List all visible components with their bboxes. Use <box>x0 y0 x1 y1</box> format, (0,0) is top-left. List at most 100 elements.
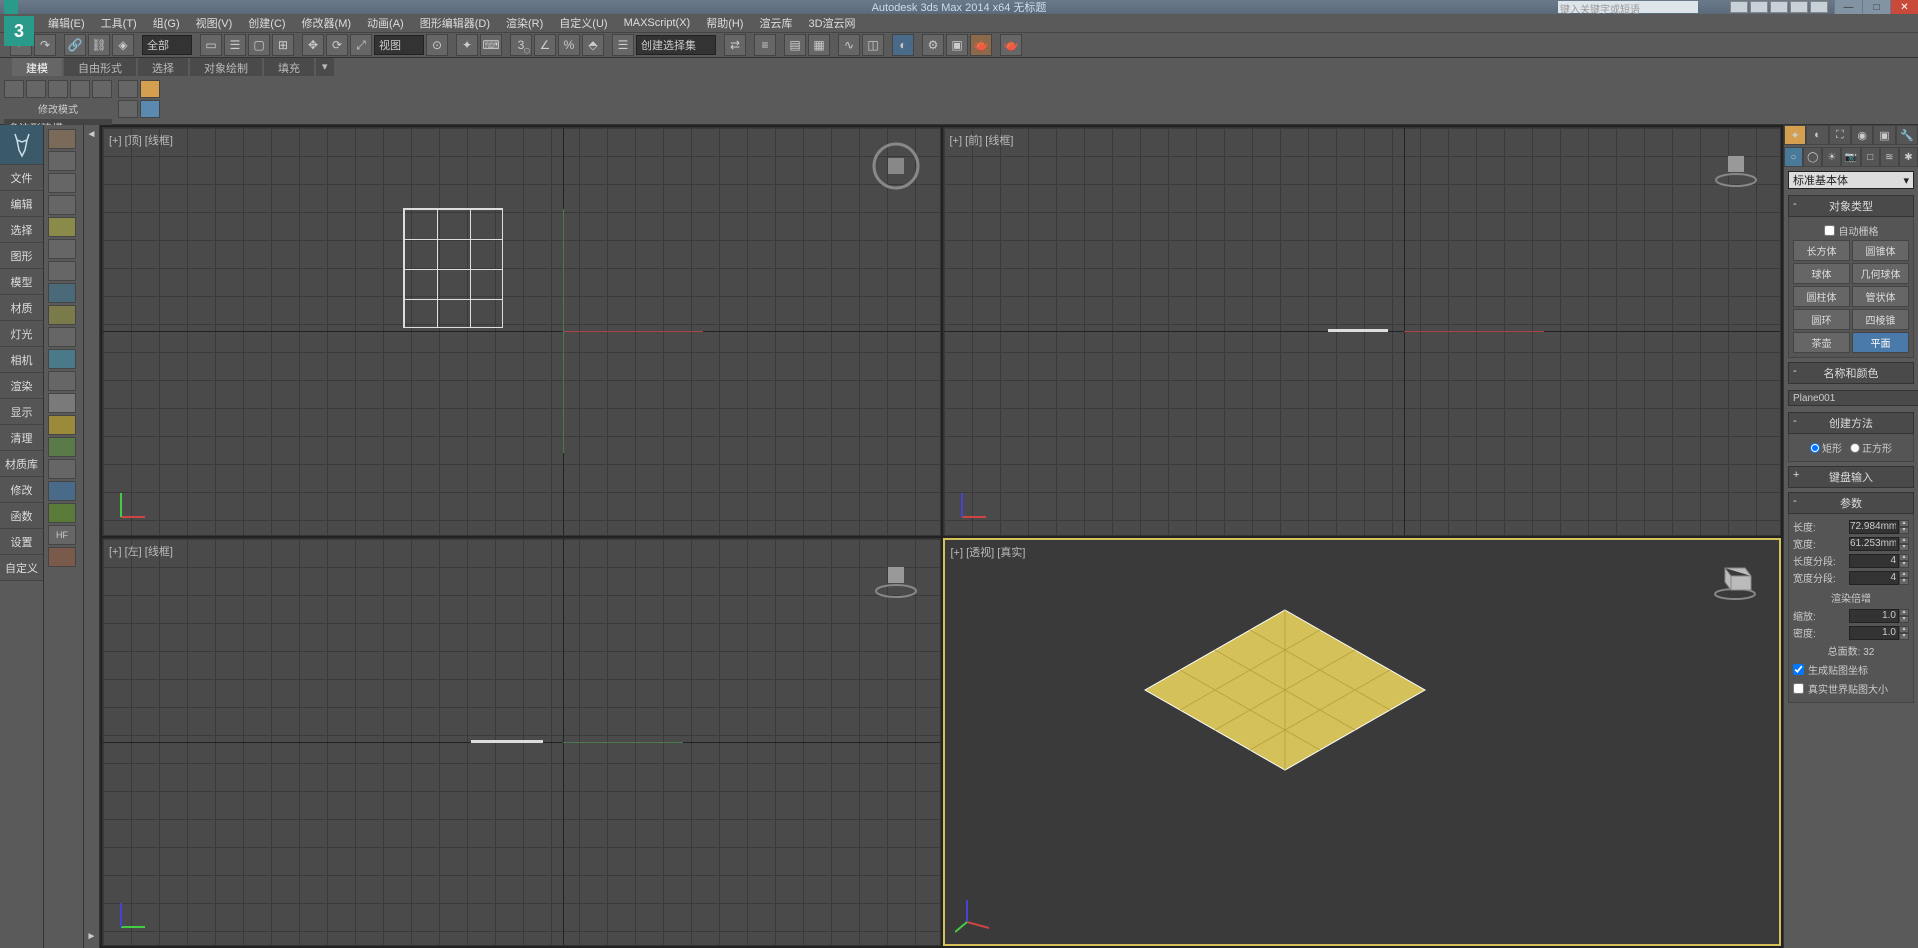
sidebar-model[interactable]: 模型 <box>0 269 43 295</box>
menu-create[interactable]: 创建(C) <box>240 13 293 33</box>
rollout-keyboard-entry[interactable]: 键盘输入 <box>1788 466 1914 488</box>
rollout-object-type[interactable]: 对象类型 <box>1788 195 1914 217</box>
sidebar-edit[interactable]: 编辑 <box>0 191 43 217</box>
rotate-button[interactable]: ⟳ <box>326 34 348 56</box>
grid-icon[interactable] <box>48 173 76 193</box>
create-tab[interactable]: ✦ <box>1784 125 1806 145</box>
material-editor-button[interactable]: ◐ <box>892 34 914 56</box>
menu-3dxuanyun[interactable]: 3D渲云网 <box>800 13 863 33</box>
menu-group[interactable]: 组(G) <box>145 13 188 33</box>
spinner-down[interactable]: ▾ <box>1899 527 1909 534</box>
ribbon-tab-paint[interactable]: 对象绘制 <box>190 58 262 76</box>
object-name-input[interactable] <box>1788 390 1918 406</box>
lights-subtab[interactable]: ☀ <box>1822 147 1841 167</box>
modifier-icon[interactable] <box>48 239 76 259</box>
arrow-right-icon[interactable]: ► <box>87 931 97 942</box>
pivot-button[interactable]: ⊙ <box>426 34 448 56</box>
camera-icon[interactable] <box>48 283 76 303</box>
poly-edge-icon[interactable] <box>26 80 46 98</box>
primitive-geosphere[interactable]: 几何球体 <box>1852 263 1909 284</box>
globe-icon[interactable] <box>48 481 76 501</box>
method-square-radio[interactable]: 正方形 <box>1850 440 1892 455</box>
light-icon[interactable] <box>48 217 76 237</box>
teapot-icon[interactable] <box>48 129 76 149</box>
help-icon[interactable] <box>1750 1 1768 13</box>
unlink-button[interactable]: ⛓ <box>88 34 110 56</box>
poly-border-icon[interactable] <box>48 80 68 98</box>
spinner-down[interactable]: ▾ <box>1899 633 1909 640</box>
spinner-down[interactable]: ▾ <box>1899 544 1909 551</box>
sidebar-matlib[interactable]: 材质库 <box>0 451 43 477</box>
viewport-label-left[interactable]: [+] [左] [线框] <box>109 543 173 559</box>
menu-maxscript[interactable]: MAXScript(X) <box>616 15 699 31</box>
diamond-icon[interactable] <box>48 459 76 479</box>
primitive-pyramid[interactable]: 四棱锥 <box>1852 309 1909 330</box>
primitive-box[interactable]: 长方体 <box>1793 240 1850 261</box>
menu-customize[interactable]: 自定义(U) <box>551 13 615 33</box>
select-button[interactable]: ▭ <box>200 34 222 56</box>
select-by-name-button[interactable]: ☰ <box>224 34 246 56</box>
viewport-left[interactable]: [+] [左] [线框] <box>102 538 941 947</box>
motion-tab[interactable]: ◉ <box>1851 125 1873 145</box>
cameras-subtab[interactable]: 📷 <box>1841 147 1860 167</box>
ribbon-tab-modeling[interactable]: 建模 <box>12 58 62 76</box>
ribbon-expand-icon[interactable]: ▾ <box>316 58 334 76</box>
menu-animation[interactable]: 动画(A) <box>359 13 412 33</box>
lseg-input[interactable] <box>1849 554 1899 568</box>
density-input[interactable] <box>1849 626 1899 640</box>
primitive-cylinder[interactable]: 圆柱体 <box>1793 286 1850 307</box>
scale-button[interactable]: ⤢ <box>350 34 372 56</box>
menu-graph-editors[interactable]: 图形编辑器(D) <box>412 13 498 33</box>
modify-tab[interactable]: ◐ <box>1806 125 1828 145</box>
bind-button[interactable]: ◈ <box>112 34 134 56</box>
spinner-down[interactable]: ▾ <box>1899 578 1909 585</box>
schematic-view-button[interactable]: ◫ <box>862 34 884 56</box>
viewcube-persp[interactable] <box>1711 554 1759 602</box>
menu-modifiers[interactable]: 修改器(M) <box>294 13 360 33</box>
edit-named-selection-button[interactable]: ☰ <box>612 34 634 56</box>
rock-icon[interactable] <box>48 547 76 567</box>
move-button[interactable]: ✥ <box>302 34 324 56</box>
viewcube-left[interactable] <box>872 553 920 601</box>
poly-element-icon[interactable] <box>92 80 112 98</box>
method-rect-radio[interactable]: 矩形 <box>1810 440 1842 455</box>
sidebar-render[interactable]: 渲染 <box>0 373 43 399</box>
viewport-label-front[interactable]: [+] [前] [线框] <box>950 132 1014 148</box>
percent-snap-button[interactable]: % <box>558 34 580 56</box>
sidebar-material[interactable]: 材质 <box>0 295 43 321</box>
arrow-left-icon[interactable]: ◄ <box>87 129 97 140</box>
ribbon-tab-freeform[interactable]: 自由形式 <box>64 58 136 76</box>
primitive-sphere[interactable]: 球体 <box>1793 263 1850 284</box>
sidebar-modify[interactable]: 修改 <box>0 477 43 503</box>
rollout-parameters[interactable]: 参数 <box>1788 492 1914 514</box>
sidebar-file[interactable]: 文件 <box>0 165 43 191</box>
sun-icon[interactable] <box>48 415 76 435</box>
sidebar-shape[interactable]: 图形 <box>0 243 43 269</box>
scale-input[interactable] <box>1849 609 1899 623</box>
link-button[interactable]: 🔗 <box>64 34 86 56</box>
menu-tools[interactable]: 工具(T) <box>93 13 145 33</box>
viewport-perspective[interactable]: [+] [透视] [真实] <box>943 538 1782 947</box>
keyboard-shortcut-button[interactable]: ⌨ <box>480 34 502 56</box>
help-icon[interactable] <box>1790 1 1808 13</box>
length-input[interactable] <box>1849 520 1899 534</box>
sidebar-select[interactable]: 选择 <box>0 217 43 243</box>
sidebar-settings[interactable]: 设置 <box>0 529 43 555</box>
render-icon[interactable] <box>48 261 76 281</box>
minimize-button[interactable]: — <box>1834 0 1862 14</box>
redo-button[interactable]: ↷ <box>34 34 56 56</box>
poly-vertex-icon[interactable] <box>4 80 24 98</box>
ribbon-icon[interactable] <box>118 80 138 98</box>
ribbon-icon[interactable] <box>118 100 138 118</box>
sidebar-function[interactable]: 函数 <box>0 503 43 529</box>
plane-icon[interactable] <box>48 305 76 325</box>
primitive-plane[interactable]: 平面 <box>1852 332 1909 353</box>
render-setup-button[interactable]: ⚙ <box>922 34 944 56</box>
spinner-up[interactable]: ▴ <box>1899 554 1909 561</box>
category-dropdown[interactable]: 标准基本体▾ <box>1788 171 1914 189</box>
primitive-teapot[interactable]: 茶壶 <box>1793 332 1850 353</box>
layer-explorer-button[interactable]: ▦ <box>808 34 830 56</box>
ribbon-icon[interactable] <box>140 100 160 118</box>
spinner-up[interactable]: ▴ <box>1899 537 1909 544</box>
wseg-input[interactable] <box>1849 571 1899 585</box>
